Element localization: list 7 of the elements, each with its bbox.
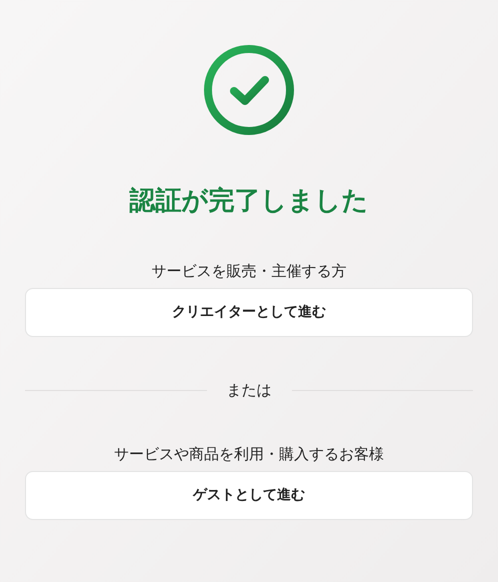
separator-text: または xyxy=(226,380,272,401)
proceed-button[interactable]: ゲストとして進む xyxy=(25,470,473,520)
option-label: サービスや商品を利用・購入するお客様 xyxy=(114,444,384,464)
page-title: 認証が完了しました xyxy=(128,185,370,218)
check-circle-icon xyxy=(203,44,295,136)
proceed-button[interactable]: クリエイターとして進む xyxy=(25,288,473,337)
option-label: サービスを販売・主催する方 xyxy=(152,261,346,281)
